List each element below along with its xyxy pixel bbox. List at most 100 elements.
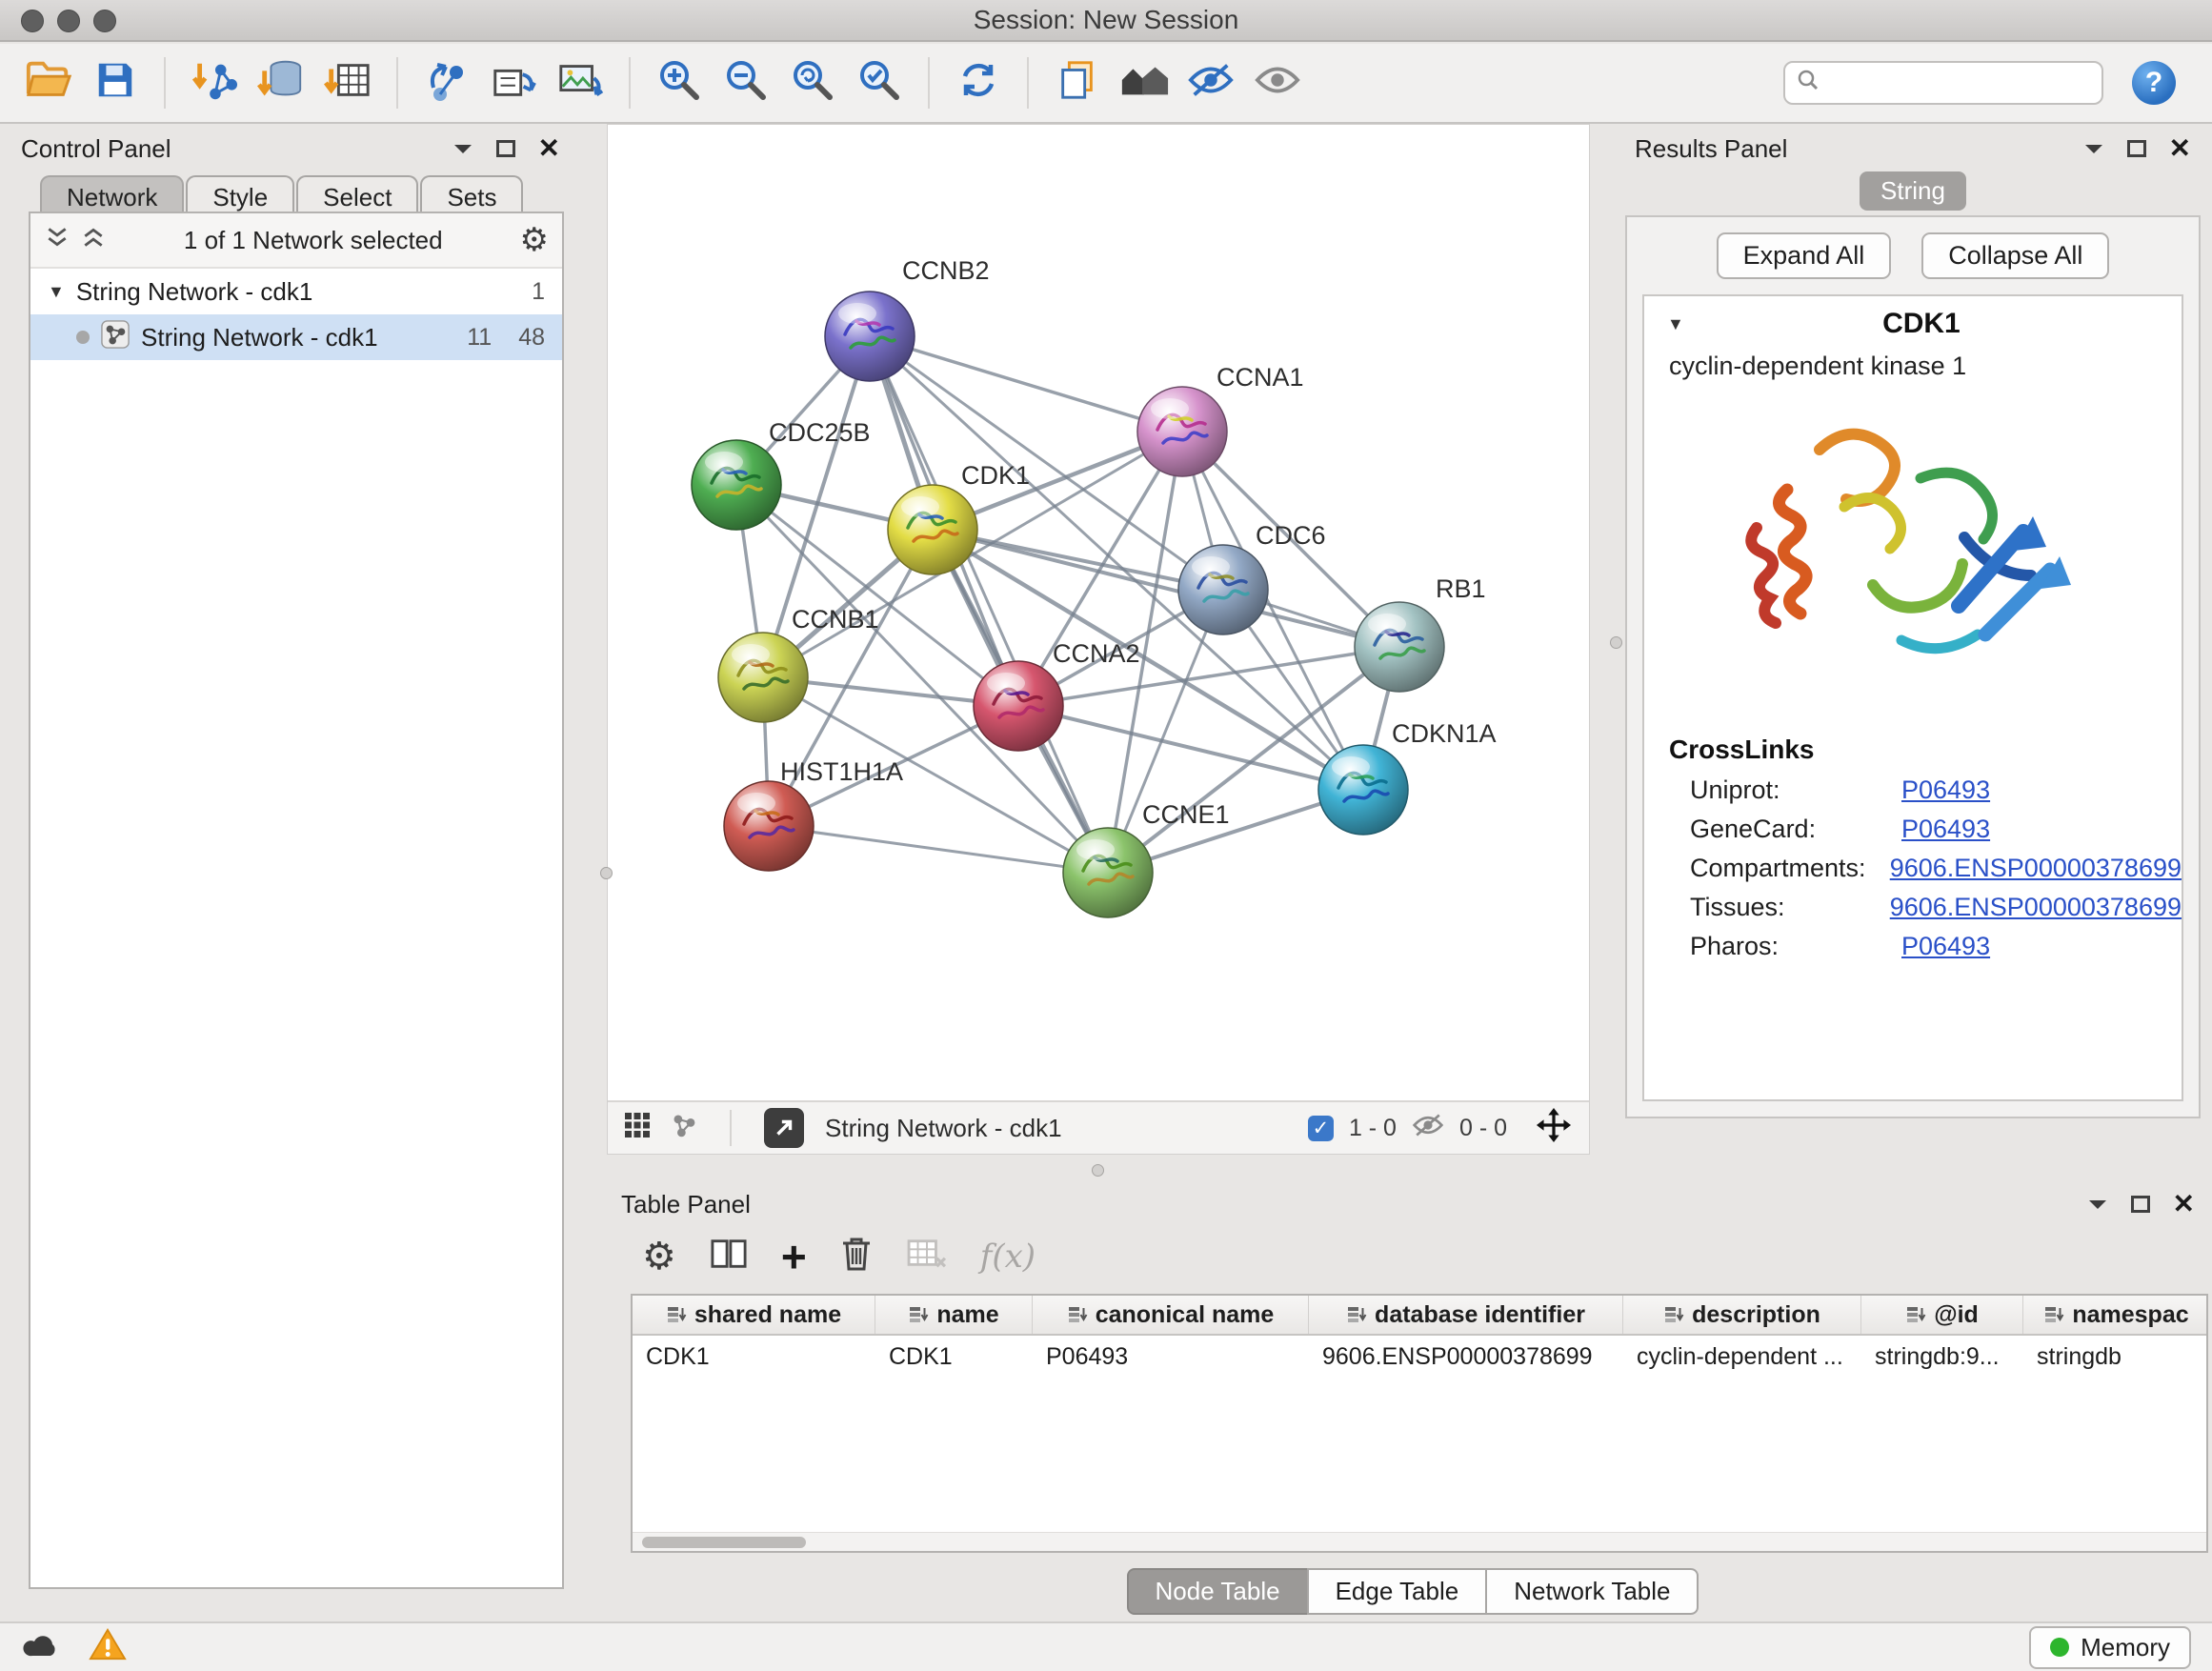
network-node-label-CDKN1A: CDKN1A xyxy=(1392,719,1497,748)
panel-menu-icon[interactable] xyxy=(2083,142,2104,155)
tab-node-table[interactable]: Node Table xyxy=(1127,1568,1309,1615)
selected-count: 1 - 0 xyxy=(1349,1115,1397,1142)
memory-status-dot xyxy=(2050,1638,2069,1657)
network-row-selected[interactable]: String Network - cdk1 11 48 xyxy=(30,314,562,360)
scrollbar-thumb[interactable] xyxy=(642,1537,806,1548)
panel-float-icon[interactable] xyxy=(496,140,515,157)
card-collapse-icon[interactable]: ▼ xyxy=(1667,314,1684,334)
panel-float-icon[interactable] xyxy=(2131,1196,2150,1213)
network-node-CCNB2[interactable] xyxy=(825,292,915,381)
hidden-eye-icon[interactable] xyxy=(1412,1112,1444,1145)
help-button[interactable]: ? xyxy=(2132,61,2176,105)
toolbar-search xyxy=(1783,61,2103,105)
network-node-CCNA1[interactable] xyxy=(1137,387,1227,476)
network-node-CCNA2[interactable] xyxy=(974,661,1063,751)
tissues-link[interactable]: 9606.ENSP00000378699 xyxy=(1890,893,2182,922)
window-zoom-button[interactable] xyxy=(93,10,116,32)
pharos-link[interactable]: P06493 xyxy=(1901,932,1990,961)
network-edge-CCNB2-CCNA1[interactable] xyxy=(870,336,1182,432)
show-all-button[interactable] xyxy=(1248,53,1307,112)
splitter-handle[interactable] xyxy=(1092,1164,1104,1177)
splitter-handle[interactable] xyxy=(1610,636,1622,649)
delete-column-trash-icon[interactable] xyxy=(839,1235,874,1279)
search-input[interactable] xyxy=(1827,70,2134,97)
zoom-out-button[interactable] xyxy=(716,53,775,112)
function-builder-button[interactable]: f(x) xyxy=(980,1238,1036,1276)
clone-network-button[interactable] xyxy=(484,53,543,112)
collapse-all-icon[interactable] xyxy=(44,225,70,256)
collapse-all-button[interactable]: Collapse All xyxy=(1921,232,2109,279)
network-edge-CCNA2-CDKN1A[interactable] xyxy=(1018,706,1363,790)
network-graph[interactable]: CCNB2CCNA1CDC25BCDK1CDC6RB1CCNB1CCNA2CDK… xyxy=(608,125,1589,1100)
panel-close-icon[interactable]: ✕ xyxy=(2169,135,2191,162)
birdseye-grid-icon[interactable] xyxy=(625,1113,650,1144)
apply-layout-button[interactable] xyxy=(949,53,1008,112)
network-node-CDC6[interactable] xyxy=(1178,545,1268,634)
column-header-namespace[interactable]: namespac xyxy=(2023,1296,2208,1334)
export-image-button[interactable] xyxy=(551,53,610,112)
tab-string[interactable]: String xyxy=(1860,171,1966,211)
gear-icon[interactable]: ⚙ xyxy=(520,224,549,256)
home-networks-button[interactable] xyxy=(1115,53,1174,112)
save-session-button[interactable] xyxy=(86,53,145,112)
import-table-button[interactable] xyxy=(318,53,377,112)
network-canvas[interactable]: CCNB2CCNA1CDC25BCDK1CDC6RB1CCNB1CCNA2CDK… xyxy=(608,125,1589,1100)
network-node-CCNE1[interactable] xyxy=(1063,828,1153,917)
network-edge-CCNB2-CCNE1[interactable] xyxy=(870,336,1108,873)
zoom-fit-button[interactable] xyxy=(783,53,842,112)
horizontal-scrollbar[interactable] xyxy=(633,1532,2206,1551)
panel-close-icon[interactable]: ✕ xyxy=(538,135,560,162)
column-header-shared-name[interactable]: shared name xyxy=(633,1296,875,1334)
table-settings-gear-icon[interactable]: ⚙ xyxy=(642,1238,676,1276)
expand-all-button[interactable]: Expand All xyxy=(1717,232,1892,279)
window-minimize-button[interactable] xyxy=(57,10,80,32)
network-node-CCNB1[interactable] xyxy=(718,633,808,722)
panel-menu-icon[interactable] xyxy=(2087,1198,2108,1211)
tab-edge-table[interactable]: Edge Table xyxy=(1307,1568,1488,1615)
tab-network-table[interactable]: Network Table xyxy=(1485,1568,1699,1615)
search-icon xyxy=(1797,69,1820,98)
window-close-button[interactable] xyxy=(21,10,44,32)
table-row[interactable]: CDK1 CDK1 P06493 9606.ENSP00000378699 cy… xyxy=(633,1336,2206,1378)
copy-document-button[interactable] xyxy=(1048,53,1107,112)
network-node-CDC25B[interactable] xyxy=(692,440,781,530)
show-columns-icon[interactable] xyxy=(709,1236,749,1278)
import-network-from-file-button[interactable] xyxy=(185,53,244,112)
pan-crosshair-icon[interactable] xyxy=(1536,1107,1572,1150)
add-column-icon[interactable]: + xyxy=(781,1239,807,1275)
warning-icon[interactable] xyxy=(88,1626,128,1669)
panel-close-icon[interactable]: ✕ xyxy=(2173,1191,2195,1218)
panel-float-icon[interactable] xyxy=(2127,140,2146,157)
hide-selected-button[interactable] xyxy=(1181,53,1240,112)
network-node-CDK1[interactable] xyxy=(888,485,977,574)
network-edge-HIST1H1A-CCNE1[interactable] xyxy=(769,826,1108,873)
open-session-button[interactable] xyxy=(19,53,78,112)
genecard-link[interactable]: P06493 xyxy=(1901,815,1990,844)
cloud-icon[interactable] xyxy=(21,1629,63,1666)
zoom-selected-button[interactable] xyxy=(850,53,909,112)
import-network-from-database-button[interactable] xyxy=(251,53,311,112)
column-header-description[interactable]: description xyxy=(1623,1296,1861,1334)
network-node-label-CDC6: CDC6 xyxy=(1256,521,1326,550)
export-image-icon xyxy=(556,57,604,110)
column-header-canonical-name[interactable]: canonical name xyxy=(1033,1296,1309,1334)
memory-button[interactable]: Memory xyxy=(2029,1626,2191,1669)
column-header-name[interactable]: name xyxy=(875,1296,1033,1334)
uniprot-link[interactable]: P06493 xyxy=(1901,775,1990,805)
string-share-icon[interactable] xyxy=(671,1112,697,1145)
column-header-id[interactable]: @id xyxy=(1861,1296,2023,1334)
compartments-link[interactable]: 9606.ENSP00000378699 xyxy=(1890,854,2182,883)
network-collection-row[interactable]: ▼ String Network - cdk1 1 xyxy=(30,269,562,314)
zoom-in-button[interactable] xyxy=(650,53,709,112)
network-node-RB1[interactable] xyxy=(1355,602,1444,692)
new-network-from-selection-button[interactable] xyxy=(417,53,476,112)
splitter-handle[interactable] xyxy=(600,867,613,879)
expand-all-icon[interactable] xyxy=(80,225,107,256)
node-selection-checkbox[interactable]: ✓ xyxy=(1308,1116,1334,1141)
network-node-HIST1H1A[interactable] xyxy=(724,781,814,871)
panel-menu-icon[interactable] xyxy=(452,142,473,155)
open-in-window-button[interactable] xyxy=(764,1108,804,1148)
network-node-CDKN1A[interactable] xyxy=(1318,745,1408,835)
column-header-database-identifier[interactable]: database identifier xyxy=(1309,1296,1623,1334)
tree-expand-icon[interactable]: ▼ xyxy=(48,282,65,302)
